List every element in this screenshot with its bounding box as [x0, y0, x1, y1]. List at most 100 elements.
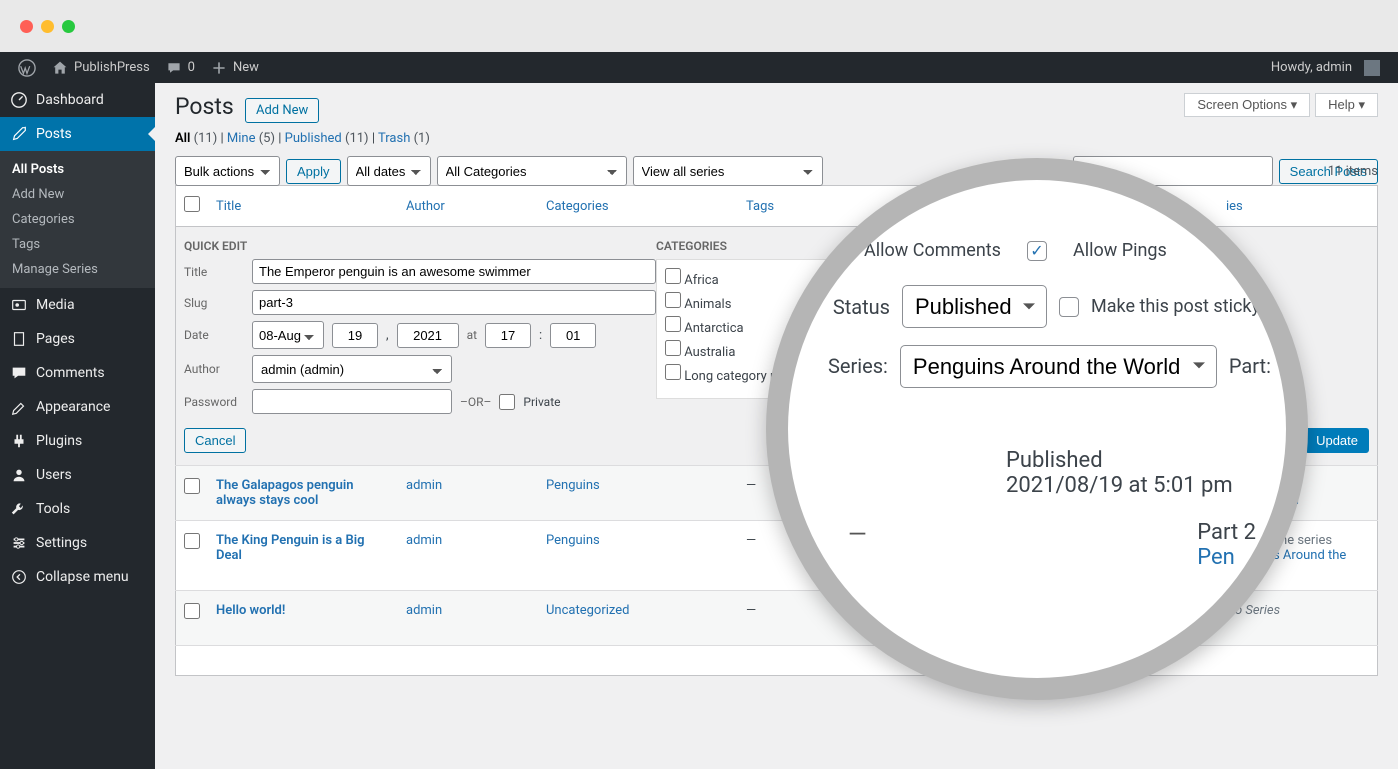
page-title: Posts — [175, 93, 234, 120]
site-title: PublishPress — [74, 60, 150, 75]
apply-button[interactable]: Apply — [286, 159, 341, 184]
post-title-link[interactable]: The King Penguin is a Big Deal — [216, 533, 365, 563]
avatar — [1364, 60, 1380, 76]
sidebar-item-label: Media — [36, 297, 75, 313]
allow-comments-label: Allow Comments — [864, 240, 1001, 261]
comments-count: 0 — [188, 60, 195, 75]
wp-logo[interactable] — [10, 52, 44, 83]
new-label: New — [233, 60, 259, 75]
qe-title-input[interactable] — [252, 259, 656, 284]
sidebar-sub-add-new[interactable]: Add New — [0, 182, 155, 207]
sidebar-item-media[interactable]: Media — [0, 288, 155, 322]
dates-select[interactable]: All dates — [347, 156, 431, 186]
post-title-link[interactable]: Hello world! — [216, 603, 285, 618]
table-row — [176, 646, 1378, 676]
col-series: ies — [1218, 186, 1378, 227]
sidebar-item-label: Users — [36, 467, 72, 483]
sidebar-item-users[interactable]: Users — [0, 458, 155, 492]
category-link[interactable]: Penguins — [546, 533, 600, 548]
sidebar-item-label: Plugins — [36, 433, 82, 449]
col-author[interactable]: Author — [398, 186, 538, 227]
status-label: Status — [828, 295, 890, 319]
qe-private-checkbox[interactable] — [499, 394, 515, 410]
categories-select[interactable]: All Categories — [437, 156, 627, 186]
author-link[interactable]: admin — [406, 478, 442, 493]
qe-year-input[interactable] — [397, 323, 459, 348]
sidebar-item-appearance[interactable]: Appearance — [0, 390, 155, 424]
sidebar-item-label: Appearance — [36, 399, 110, 415]
bulk-actions-select[interactable]: Bulk actions — [175, 156, 280, 186]
author-link[interactable]: admin — [406, 533, 442, 548]
new-content[interactable]: New — [203, 52, 267, 83]
sidebar-item-label: Comments — [36, 365, 105, 381]
allow-pings-label: Allow Pings — [1073, 240, 1167, 261]
status-select[interactable]: Published — [902, 285, 1047, 328]
close-icon[interactable] — [20, 20, 33, 33]
filter-published[interactable]: Published (11) — [285, 131, 369, 146]
my-account[interactable]: Howdy, admin — [1263, 52, 1388, 83]
sticky-checkbox[interactable] — [1059, 297, 1079, 317]
magnifier-overlay: Allow Comments ✓ Allow Pings Status Publ… — [766, 158, 1308, 700]
col-cats[interactable]: Categories — [538, 186, 738, 227]
sidebar-sub-all-posts[interactable]: All Posts — [0, 157, 155, 182]
row-checkbox[interactable] — [184, 478, 200, 494]
col-title[interactable]: Title — [216, 199, 241, 214]
qe-author-select[interactable]: admin (admin) — [252, 355, 452, 383]
series-label: Series: — [828, 354, 888, 378]
sidebar-submenu-posts: All Posts Add New Categories Tags Manage… — [0, 151, 155, 288]
qe-day-input[interactable] — [332, 323, 378, 348]
part-label: Part: — [1229, 354, 1271, 378]
qe-slug-input[interactable] — [252, 290, 656, 315]
filter-bar: Bulk actions Apply All dates All Categor… — [175, 156, 1378, 186]
quick-edit-heading: QUICK EDIT — [184, 239, 656, 253]
author-link[interactable]: admin — [406, 603, 442, 618]
series-select[interactable]: View all series — [633, 156, 823, 186]
sidebar-item-comments[interactable]: Comments — [0, 356, 155, 390]
category-link[interactable]: Penguins — [546, 478, 600, 493]
comments-link[interactable]: 0 — [158, 52, 203, 83]
filter-all[interactable]: All (11) — [175, 131, 217, 146]
sidebar-item-label: Collapse menu — [36, 569, 129, 585]
add-new-button[interactable]: Add New — [245, 98, 319, 123]
sidebar-item-posts[interactable]: Posts — [0, 117, 155, 151]
qe-update-button[interactable]: Update — [1305, 428, 1369, 453]
site-name[interactable]: PublishPress — [44, 52, 158, 83]
minimize-icon[interactable] — [41, 20, 54, 33]
mag-series-info: Part 2 Pen — [1197, 520, 1256, 570]
qe-password-input[interactable] — [252, 389, 452, 414]
sidebar-item-collapse[interactable]: Collapse menu — [0, 560, 155, 594]
sidebar-sub-manage-series[interactable]: Manage Series — [0, 257, 155, 282]
select-all-checkbox[interactable] — [184, 196, 200, 212]
sidebar-sub-categories[interactable]: Categories — [0, 207, 155, 232]
row-checkbox[interactable] — [184, 533, 200, 549]
allow-pings-checkbox[interactable]: ✓ — [1027, 241, 1047, 261]
series-dropdown[interactable]: Penguins Around the World — [900, 345, 1217, 388]
category-link[interactable]: Uncategorized — [546, 603, 629, 618]
screen-options-button[interactable]: Screen Options ▾ — [1184, 93, 1310, 117]
sidebar-item-plugins[interactable]: Plugins — [0, 424, 155, 458]
sidebar-item-label: Settings — [36, 535, 87, 551]
sidebar-item-label: Pages — [36, 331, 75, 347]
sticky-label: Make this post sticky — [1091, 296, 1260, 317]
qe-hour-input[interactable] — [485, 323, 531, 348]
qe-min-input[interactable] — [550, 323, 596, 348]
qe-month-select[interactable]: 08-Aug — [252, 321, 324, 349]
sidebar-sub-tags[interactable]: Tags — [0, 232, 155, 257]
sidebar-item-settings[interactable]: Settings — [0, 526, 155, 560]
mag-pub-info: Published 2021/08/19 at 5:01 pm — [1006, 448, 1266, 498]
howdy-text: Howdy, admin — [1271, 60, 1352, 75]
post-title-link[interactable]: The Galapagos penguin always stays cool — [216, 478, 354, 508]
filter-mine[interactable]: Mine (5) — [227, 131, 275, 146]
sidebar-item-tools[interactable]: Tools — [0, 492, 155, 526]
admin-sidebar: Dashboard Posts All Posts Add New Catego… — [0, 83, 155, 769]
filter-trash[interactable]: Trash (1) — [378, 131, 430, 146]
sidebar-item-label: Posts — [36, 126, 72, 142]
maximize-icon[interactable] — [62, 20, 75, 33]
mac-titlebar — [0, 0, 1398, 52]
status-filter: All (11) | Mine (5) | Published (11) | T… — [175, 131, 1378, 146]
help-button[interactable]: Help ▾ — [1315, 93, 1378, 117]
sidebar-item-dashboard[interactable]: Dashboard — [0, 83, 155, 117]
sidebar-item-pages[interactable]: Pages — [0, 322, 155, 356]
qe-cancel-button[interactable]: Cancel — [184, 428, 246, 453]
row-checkbox[interactable] — [184, 603, 200, 619]
